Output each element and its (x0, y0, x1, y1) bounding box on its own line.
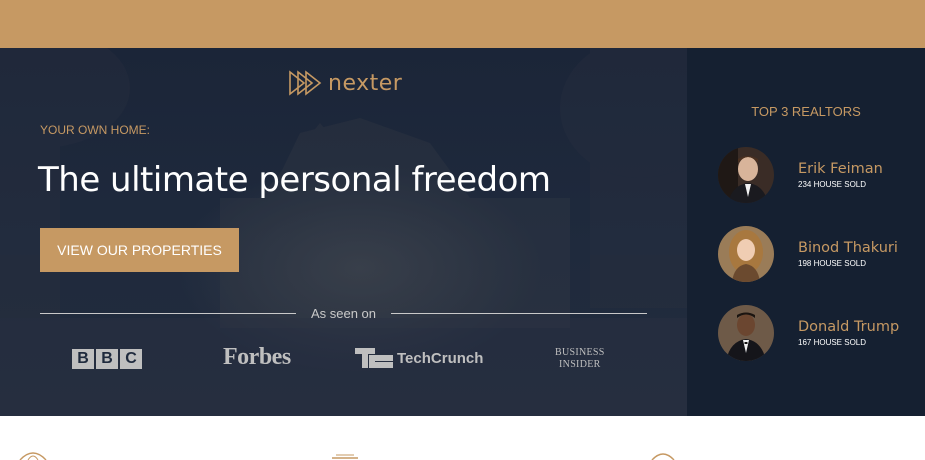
house-icon (332, 454, 358, 459)
divider-left (40, 313, 296, 314)
as-seen-on-label: As seen on (310, 306, 377, 321)
realtor-card[interactable]: Donald Trump 167 HOUSE SOLD (718, 305, 918, 361)
realtor-card[interactable]: Erik Feiman 234 HOUSE SOLD (718, 147, 918, 203)
realtor-card[interactable]: Binod Thakuri 198 HOUSE SOLD (718, 226, 918, 282)
nexter-logo[interactable]: nexter (288, 70, 402, 96)
business-insider-logo: BUSINESS INSIDER (555, 347, 605, 370)
realtor-name[interactable]: Erik Feiman (798, 161, 883, 177)
bbc-logo: B B C (72, 349, 142, 369)
top-bar (0, 0, 925, 48)
hero-headline: The ultimate personal freedom (38, 160, 551, 200)
avatar (718, 226, 774, 282)
divider-right (391, 313, 647, 314)
techcrunch-text: TechCrunch (397, 349, 484, 367)
logo-text: nexter (328, 70, 403, 96)
globe-icon (19, 452, 47, 460)
play-arrows-logo-icon (289, 70, 322, 96)
hero-kicker: YOUR OWN HOME: (40, 123, 150, 137)
avatar (718, 305, 774, 361)
realtor-name[interactable]: Binod Thakuri (798, 240, 898, 256)
top-realtors-title: TOP 3 REALTORS (751, 104, 861, 119)
top-realtors-sidebar: TOP 3 REALTORS Erik Feiman 234 HOUSE SOL… (687, 48, 925, 416)
techcrunch-logo: TechCrunch (355, 348, 483, 368)
realtor-sold-count: 234 HOUSE SOLD (798, 180, 867, 189)
forbes-logo: Forbes (223, 344, 291, 370)
compass-icon (651, 453, 675, 460)
techcrunch-mark-icon (355, 348, 393, 368)
hero-section: nexter YOUR OWN HOME: The ultimate perso… (0, 48, 687, 416)
realtor-name[interactable]: Donald Trump (798, 319, 899, 335)
view-properties-button[interactable]: VIEW OUR PROPERTIES (40, 228, 239, 272)
avatar (718, 147, 774, 203)
realtor-sold-count: 167 HOUSE SOLD (798, 338, 867, 347)
realtor-sold-count: 198 HOUSE SOLD (798, 259, 867, 268)
